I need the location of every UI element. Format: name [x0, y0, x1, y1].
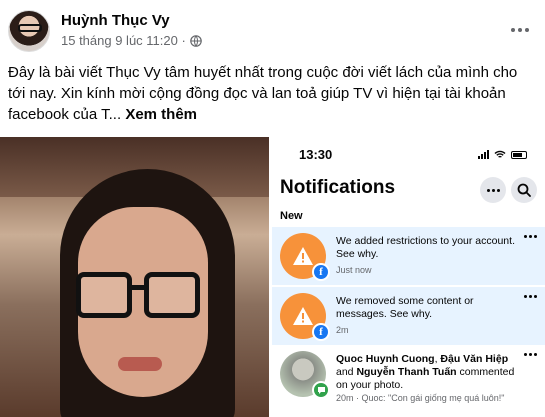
facebook-icon: f [312, 263, 330, 281]
author-avatar[interactable] [8, 10, 50, 52]
notification-options-button[interactable] [524, 235, 537, 238]
dot-icon [524, 235, 527, 238]
glasses-bridge [130, 285, 146, 290]
dot-icon [518, 28, 522, 32]
post-text: Đây là bài viết Thục Vy tâm huyết nhất t… [8, 64, 518, 123]
globe-icon [189, 34, 202, 47]
separator: and [336, 366, 357, 378]
notification-item[interactable]: f We added restrictions to your account.… [272, 227, 545, 285]
author-name[interactable]: Huỳnh Thục Vy [61, 12, 170, 29]
battery-icon [511, 150, 527, 159]
dot-icon [529, 235, 532, 238]
commenter-name: Đậu Văn Hiệp [440, 353, 509, 365]
notification-options-button[interactable] [524, 353, 537, 356]
signal-icon [478, 150, 489, 159]
notification-time: Just now [336, 265, 372, 275]
glasses-lens-right [144, 272, 200, 318]
notification-item[interactable]: f We removed some content or messages. S… [272, 287, 545, 345]
comment-icon [312, 381, 330, 399]
phone-status-bar: 13:30 [272, 147, 545, 165]
phone-time: 13:30 [299, 147, 333, 162]
see-more-link[interactable]: Xem thêm [125, 106, 197, 123]
notifications-screenshot[interactable]: 13:30 Notifications New f We added restr… [272, 137, 545, 417]
dot-icon [524, 353, 527, 356]
post-meta: 15 tháng 9 lúc 11:20 · [61, 33, 202, 48]
dot-icon [525, 28, 529, 32]
wifi-icon [494, 150, 506, 158]
notification-text: Quoc Huynh Cuong, Đậu Văn Hiệp and Nguyễ… [336, 353, 516, 392]
lips-shape [118, 357, 162, 371]
post-options-button[interactable] [506, 16, 534, 44]
notification-item[interactable]: Quoc Huynh Cuong, Đậu Văn Hiệp and Nguyễ… [272, 345, 545, 417]
dot-icon [529, 353, 532, 356]
post-timestamp[interactable]: 15 tháng 9 lúc 11:20 · [61, 33, 186, 48]
new-section-label: New [280, 210, 303, 222]
dot-icon [534, 353, 537, 356]
notification-text: We removed some content or messages. See… [336, 295, 474, 320]
options-button[interactable] [480, 177, 506, 203]
status-icons [478, 150, 527, 159]
dot-icon [496, 188, 500, 192]
dot-icon [486, 188, 490, 192]
facebook-icon: f [312, 323, 330, 341]
notification-time: 20m · Quoc: "Con gái giống mẹ quá luôn!" [336, 393, 505, 403]
dot-icon [524, 295, 527, 298]
notification-text: We added restrictions to your account. S… [336, 235, 515, 260]
commenter-name: Quoc Huynh Cuong [336, 353, 435, 365]
dot-icon [534, 235, 537, 238]
notifications-title: Notifications [280, 177, 396, 198]
glasses-shape [18, 24, 42, 32]
notification-time: 2m [336, 325, 349, 335]
portrait-photo[interactable] [0, 137, 269, 417]
post-body: Đây là bài viết Thục Vy tâm huyết nhất t… [8, 62, 538, 125]
notification-options-button[interactable] [524, 295, 537, 298]
dot-icon [491, 188, 495, 192]
dot-icon [529, 295, 532, 298]
search-icon [517, 183, 531, 197]
commenter-name: Nguyễn Thanh Tuấn [356, 366, 457, 378]
dot-icon [511, 28, 515, 32]
search-button[interactable] [511, 177, 537, 203]
post-header: Huỳnh Thục Vy 15 tháng 9 lúc 11:20 · [8, 10, 538, 52]
dot-icon [534, 295, 537, 298]
glasses-lens-left [76, 272, 132, 318]
